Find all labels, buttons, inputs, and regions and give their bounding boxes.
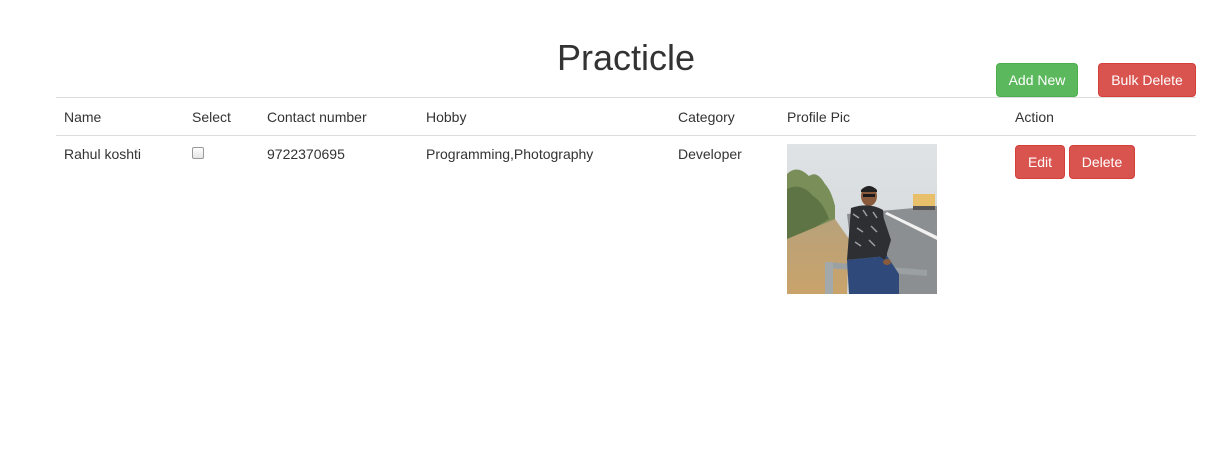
delete-button[interactable]: Delete <box>1069 145 1135 179</box>
header-name: Name <box>56 97 184 136</box>
header-profile-pic: Profile Pic <box>779 97 1007 136</box>
records-table: Name Select Contact number Hobby Categor… <box>56 97 1196 302</box>
cell-select <box>184 136 259 303</box>
cell-category: Developer <box>678 146 742 162</box>
cell-name: Rahul koshti <box>64 146 142 162</box>
row-actions: Edit Delete <box>1015 145 1188 179</box>
header-select: Select <box>184 97 259 136</box>
add-new-button[interactable]: Add New <box>996 63 1078 97</box>
cell-action: Edit Delete <box>1007 136 1196 303</box>
table-row: Rahul koshti 9722370695 Programming,Phot… <box>56 136 1196 303</box>
table-header: Name Select Contact number Hobby Categor… <box>56 97 1196 136</box>
select-checkbox[interactable] <box>192 147 204 159</box>
cell-contact: 9722370695 <box>267 146 345 162</box>
cell-hobby: Programming,Photography <box>426 146 594 162</box>
header-row: Name Select Contact number Hobby Categor… <box>56 97 1196 136</box>
profile-photo <box>787 144 937 294</box>
edit-button[interactable]: Edit <box>1015 145 1065 179</box>
bulk-delete-button[interactable]: Bulk Delete <box>1098 63 1196 97</box>
cell-profile-pic <box>779 136 1007 303</box>
header-contact: Contact number <box>259 97 418 136</box>
header-category: Category <box>670 97 779 136</box>
header-hobby: Hobby <box>418 97 670 136</box>
table-body: Rahul koshti 9722370695 Programming,Phot… <box>56 136 1196 303</box>
header-action: Action <box>1007 97 1196 136</box>
